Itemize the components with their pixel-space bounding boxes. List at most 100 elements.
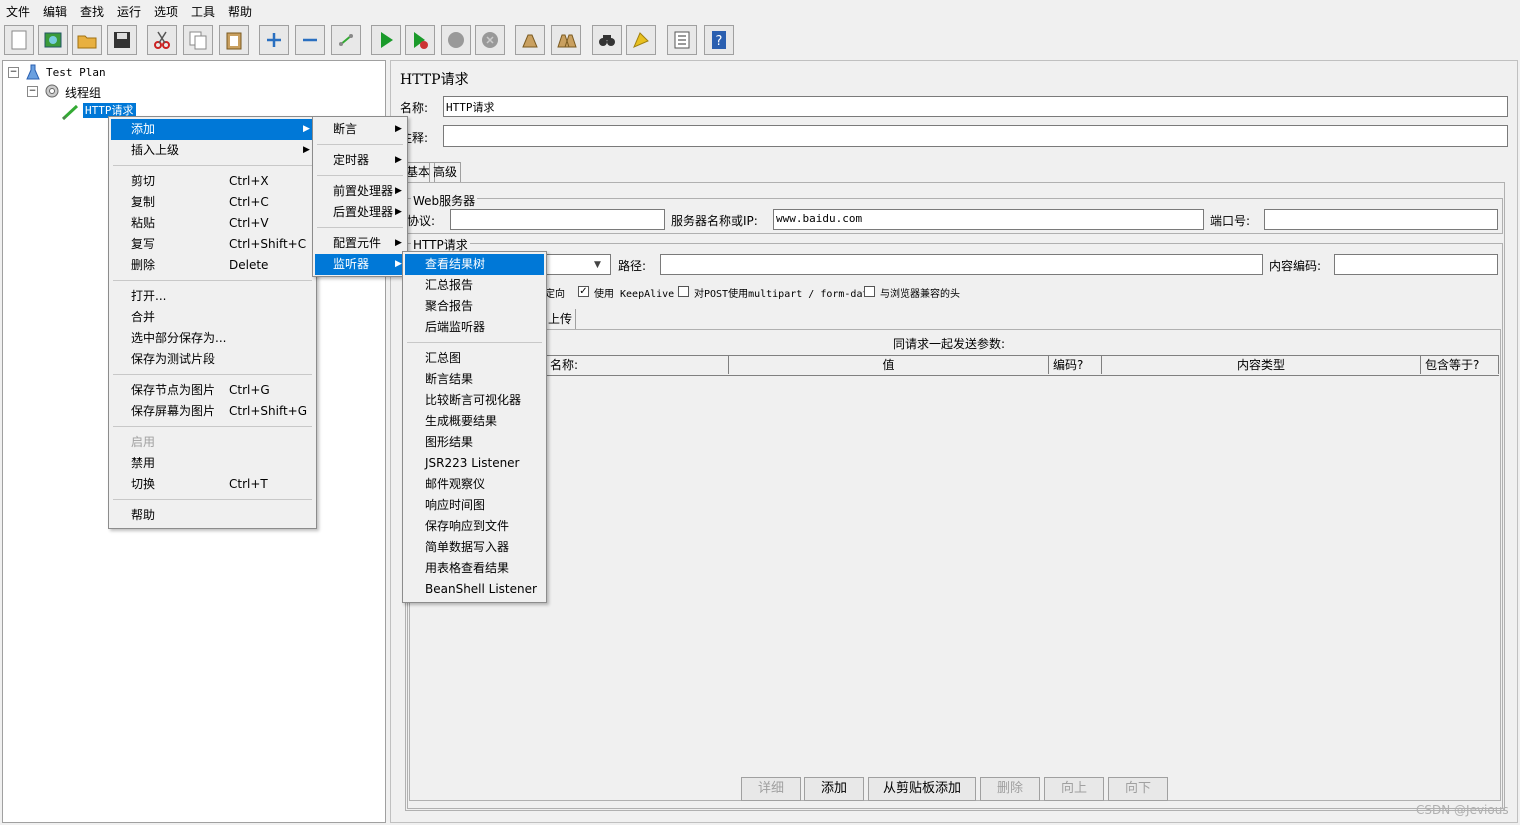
menu-item-jsr223-listener[interactable]: JSR223 Listener — [405, 453, 544, 474]
menu-item-generate-summary-results[interactable]: 生成概要结果 — [405, 411, 544, 432]
help-icon[interactable]: ? — [704, 25, 734, 55]
menu-item-add[interactable]: 添加 ▶ — [111, 119, 314, 140]
function-helper-icon[interactable] — [667, 25, 697, 55]
col-name[interactable]: 名称: — [546, 356, 729, 374]
menu-item-paste[interactable]: 粘贴 Ctrl+V — [111, 213, 314, 234]
col-value[interactable]: 值 — [729, 356, 1049, 374]
delete-button[interactable]: 删除 — [980, 777, 1040, 801]
shutdown-icon[interactable] — [475, 25, 505, 55]
protocol-field[interactable] — [450, 209, 665, 230]
server-field[interactable]: www.baidu.com — [773, 209, 1204, 230]
comment-field[interactable] — [443, 125, 1508, 147]
menu-item-save-screen-image[interactable]: 保存屏幕为图片 Ctrl+Shift+G — [111, 401, 314, 422]
menu-item-insert-parent[interactable]: 插入上级 ▶ — [111, 140, 314, 161]
new-icon[interactable] — [4, 25, 34, 55]
menu-item-enable: 启用 — [131, 435, 156, 449]
templates-icon[interactable] — [38, 25, 68, 55]
clear-all-icon[interactable] — [551, 25, 581, 55]
menu-edit[interactable]: 编辑 — [43, 3, 67, 20]
menu-item-duplicate[interactable]: 复写 Ctrl+Shift+C — [111, 234, 314, 255]
save-icon[interactable] — [107, 25, 137, 55]
menu-help[interactable]: 帮助 — [228, 3, 252, 20]
open-icon[interactable] — [72, 25, 102, 55]
path-field[interactable] — [660, 254, 1263, 275]
add-from-clipboard-button[interactable]: 从剪贴板添加 — [868, 777, 976, 801]
multipart-checkbox[interactable] — [678, 286, 689, 297]
menu-item-backend-listener[interactable]: 后端监听器 — [405, 317, 544, 338]
col-include-equals[interactable]: 包含等于? — [1421, 356, 1499, 374]
menu-item-simple-data-writer[interactable]: 简单数据写入器 — [405, 537, 544, 558]
menu-item-copy[interactable]: 复制 Ctrl+C — [111, 192, 314, 213]
browser-headers-checkbox[interactable] — [864, 286, 875, 297]
add-submenu: 断言 ▶ 定时器 ▶ 前置处理器 ▶ 后置处理器 ▶ 配置元件 ▶ 监听器 ▶ — [312, 116, 408, 277]
menu-item-cut[interactable]: 剪切 Ctrl+X — [111, 171, 314, 192]
server-label: 服务器名称或IP: — [671, 214, 758, 228]
encoding-field[interactable] — [1334, 254, 1498, 275]
tab-advanced[interactable]: 高级 — [429, 162, 462, 183]
menu-item-pre-processor[interactable]: 前置处理器 ▶ — [315, 181, 405, 202]
toggle-icon[interactable] — [331, 25, 361, 55]
menu-item-graph-results[interactable]: 图形结果 — [405, 432, 544, 453]
path-label: 路径: — [618, 259, 647, 273]
menu-item-view-results-tree[interactable]: 查看结果树 — [405, 254, 544, 275]
name-field[interactable]: HTTP请求 — [443, 96, 1508, 117]
menu-item-assertion-results[interactable]: 断言结果 — [405, 369, 544, 390]
tree-node-thread-group[interactable]: 线程组 — [65, 84, 101, 101]
collapse-toggle-icon[interactable]: − — [27, 86, 38, 97]
menu-item-summary-report[interactable]: 汇总报告 — [405, 275, 544, 296]
menu-item-post-processor[interactable]: 后置处理器 ▶ — [315, 202, 405, 223]
keepalive-checkbox[interactable]: ✓ — [578, 286, 589, 297]
menu-item-save-fragment[interactable]: 保存为测试片段 — [111, 349, 314, 370]
down-button[interactable]: 向下 — [1108, 777, 1168, 801]
collapse-icon[interactable] — [295, 25, 325, 55]
menu-item-save-node-image[interactable]: 保存节点为图片 Ctrl+G — [111, 380, 314, 401]
clear-icon[interactable] — [515, 25, 545, 55]
tree-node-test-plan[interactable]: Test Plan — [46, 66, 106, 79]
start-icon[interactable] — [371, 25, 401, 55]
reset-search-icon[interactable] — [626, 25, 656, 55]
menu-item-listener[interactable]: 监听器 ▶ — [315, 254, 405, 275]
search-icon[interactable] — [592, 25, 622, 55]
menu-item-delete[interactable]: 删除 Delete — [111, 255, 314, 276]
menu-item-toggle[interactable]: 切换 Ctrl+T — [111, 474, 314, 495]
menu-item-save-selection[interactable]: 选中部分保存为... — [111, 328, 314, 349]
start-no-pause-icon[interactable] — [405, 25, 435, 55]
col-encode[interactable]: 编码? — [1049, 356, 1102, 374]
listener-submenu: 查看结果树 汇总报告 聚合报告 后端监听器 汇总图 断言结果 比较断言可视化器 … — [402, 251, 547, 603]
parameters-area — [409, 329, 1501, 801]
menu-item-config-element[interactable]: 配置元件 ▶ — [315, 233, 405, 254]
paste-icon[interactable] — [219, 25, 249, 55]
collapse-toggle-icon[interactable]: − — [8, 67, 19, 78]
menu-item-save-responses[interactable]: 保存响应到文件 — [405, 516, 544, 537]
menu-run[interactable]: 运行 — [117, 3, 141, 20]
menu-item-help[interactable]: 帮助 — [111, 505, 314, 526]
cut-icon[interactable] — [147, 25, 177, 55]
menu-item-response-time-graph[interactable]: 响应时间图 — [405, 495, 544, 516]
menu-item-timer[interactable]: 定时器 ▶ — [315, 150, 405, 171]
menu-options[interactable]: 选项 — [154, 3, 178, 20]
menu-search[interactable]: 查找 — [80, 3, 104, 20]
menu-file[interactable]: 文件 — [6, 3, 30, 20]
svg-text:?: ? — [716, 34, 723, 49]
stop-icon[interactable] — [441, 25, 471, 55]
menu-item-view-results-table[interactable]: 用表格查看结果 — [405, 558, 544, 579]
col-content-type[interactable]: 内容类型 — [1102, 356, 1421, 374]
menu-item-open[interactable]: 打开... — [111, 286, 314, 307]
menu-item-disable[interactable]: 禁用 — [111, 453, 314, 474]
copy-icon[interactable] — [183, 25, 213, 55]
tab-files-upload[interactable]: 上传 — [545, 309, 577, 329]
add-button[interactable]: 添加 — [804, 777, 864, 801]
menu-item-aggregate-report[interactable]: 聚合报告 — [405, 296, 544, 317]
expand-icon[interactable] — [259, 25, 289, 55]
menu-tools[interactable]: 工具 — [191, 3, 215, 20]
menu-item-comparison-assertion-visualizer[interactable]: 比较断言可视化器 — [405, 390, 544, 411]
redirect-label: 定向 — [545, 289, 565, 300]
menu-item-aggregate-graph[interactable]: 汇总图 — [405, 348, 544, 369]
up-button[interactable]: 向上 — [1044, 777, 1104, 801]
detail-button[interactable]: 详细 — [741, 777, 801, 801]
menu-item-beanshell-listener[interactable]: BeanShell Listener — [405, 579, 544, 600]
menu-item-mailer-visualizer[interactable]: 邮件观察仪 — [405, 474, 544, 495]
port-field[interactable] — [1264, 209, 1498, 230]
menu-item-merge[interactable]: 合并 — [111, 307, 314, 328]
menu-item-assertion[interactable]: 断言 ▶ — [315, 119, 405, 140]
